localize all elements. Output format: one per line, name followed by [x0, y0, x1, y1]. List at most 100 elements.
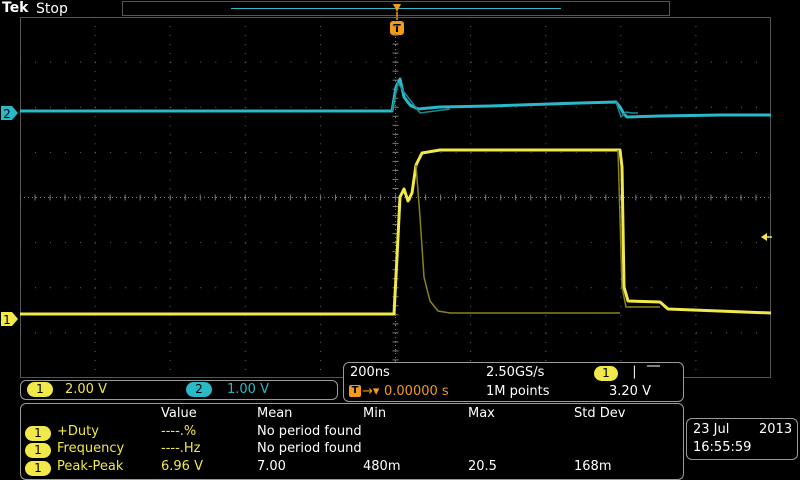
grid-dot	[695, 89, 697, 91]
grid-dot	[440, 61, 442, 63]
trigger-slope-icon: ⎸⎺	[634, 365, 661, 380]
grid-dot	[470, 116, 472, 118]
grid-dot	[545, 278, 547, 280]
trigger-level-marker[interactable]	[760, 232, 772, 242]
grid-dot	[725, 332, 727, 334]
grid-dot	[575, 332, 577, 334]
grid-dot	[95, 242, 97, 244]
grid-dot	[260, 287, 262, 289]
grid-dot	[755, 106, 757, 108]
grid-dot	[620, 71, 622, 73]
col-header-std-dev: Std Dev	[574, 406, 626, 421]
grid-dot	[244, 215, 246, 217]
grid-dot	[94, 71, 96, 73]
timebase-trigger-panel[interactable]: 200ns 2.50GS/s 1 ⎸⎺ T →▾ 0.00000 s 1M po…	[343, 362, 684, 402]
grid-dot	[620, 89, 622, 91]
grid-dot	[80, 61, 82, 63]
grid-dot	[695, 53, 697, 55]
grid-dot	[710, 106, 712, 108]
grid-dot	[185, 287, 187, 289]
grid-dot	[244, 53, 246, 55]
grid-dot	[545, 206, 547, 208]
grid-dot	[695, 350, 697, 352]
grid-dot	[169, 17, 171, 18]
grid-dot	[695, 314, 697, 316]
grid-dot	[35, 332, 37, 334]
grid-dot	[185, 106, 187, 108]
grid-dot	[725, 287, 727, 289]
grid-dot	[290, 287, 292, 289]
grid-dot	[244, 134, 246, 136]
grid-dot	[470, 89, 472, 91]
grid-dot	[290, 61, 292, 63]
grid-dot	[710, 61, 712, 63]
grid-dot	[335, 61, 337, 63]
row-duty-name: +Duty	[57, 424, 99, 439]
grid-dot	[94, 44, 96, 46]
grid-dot	[169, 35, 171, 37]
grid-dot	[470, 61, 472, 63]
grid-dot	[335, 287, 337, 289]
grid-dot	[305, 61, 307, 63]
grid-dot	[244, 368, 246, 370]
vertical-scale-panel[interactable]: 1 2.00 V 2 1.00 V	[20, 380, 338, 400]
grid-dot	[94, 53, 96, 55]
grid-dot	[545, 125, 547, 127]
grid-dot	[350, 332, 352, 334]
grid-dot	[215, 287, 217, 289]
grid-dot	[695, 323, 697, 325]
grid-dot	[425, 61, 427, 63]
grid-dot	[290, 332, 292, 334]
grid-dot	[94, 296, 96, 298]
grid-dot	[94, 323, 96, 325]
grid-dot	[470, 80, 472, 82]
grid-dot	[470, 224, 472, 226]
grid-dot	[319, 143, 321, 145]
grid-dot	[169, 341, 171, 343]
grid-dot	[680, 61, 682, 63]
datetime-panel: 23 Jul 2013 16:55:59	[686, 418, 798, 460]
grid-dot	[470, 296, 472, 298]
grid-dot	[94, 17, 96, 18]
grid-dot	[170, 287, 172, 289]
clock-time: 16:55:59	[693, 440, 752, 455]
grid-dot	[635, 61, 637, 63]
grid-dot	[170, 242, 172, 244]
grid-dot	[755, 61, 757, 63]
grid-dot	[515, 61, 517, 63]
ch2-offset-marker[interactable]: 2	[0, 104, 20, 122]
grid-dot	[260, 106, 262, 108]
grid-dot	[170, 106, 172, 108]
grid-dot	[665, 242, 667, 244]
grid-dot	[335, 242, 337, 244]
grid-dot	[110, 287, 112, 289]
grid-dot	[620, 35, 622, 37]
grid-dot	[350, 106, 352, 108]
grid-dot	[620, 61, 622, 63]
grid-dot	[169, 359, 171, 361]
grid-dot	[94, 260, 96, 262]
grid-dot	[605, 332, 607, 334]
row-frequency-mean: No period found	[257, 441, 362, 456]
grid-dot	[620, 98, 622, 100]
grid-dot	[185, 332, 187, 334]
grid-dot	[244, 116, 246, 118]
grid-dot	[725, 106, 727, 108]
grid-dot	[320, 332, 322, 334]
ch1-offset-marker[interactable]: 1	[0, 310, 20, 328]
grid-dot	[680, 242, 682, 244]
grid-dot	[485, 332, 487, 334]
grid-dot	[740, 332, 742, 334]
grid-dot	[695, 278, 697, 280]
grid-dot	[244, 269, 246, 271]
grid-dot	[185, 242, 187, 244]
grid-dot	[319, 305, 321, 307]
waveform-display[interactable]	[20, 17, 771, 378]
measurements-panel[interactable]: Value Mean Min Max Std Dev 1 +Duty ----.…	[20, 403, 684, 480]
grid-dot	[530, 332, 532, 334]
grid-dot	[545, 242, 547, 244]
grid-dot	[575, 61, 577, 63]
grid-dot	[695, 260, 697, 262]
grid-dot	[545, 89, 547, 91]
grid-dot	[545, 314, 547, 316]
